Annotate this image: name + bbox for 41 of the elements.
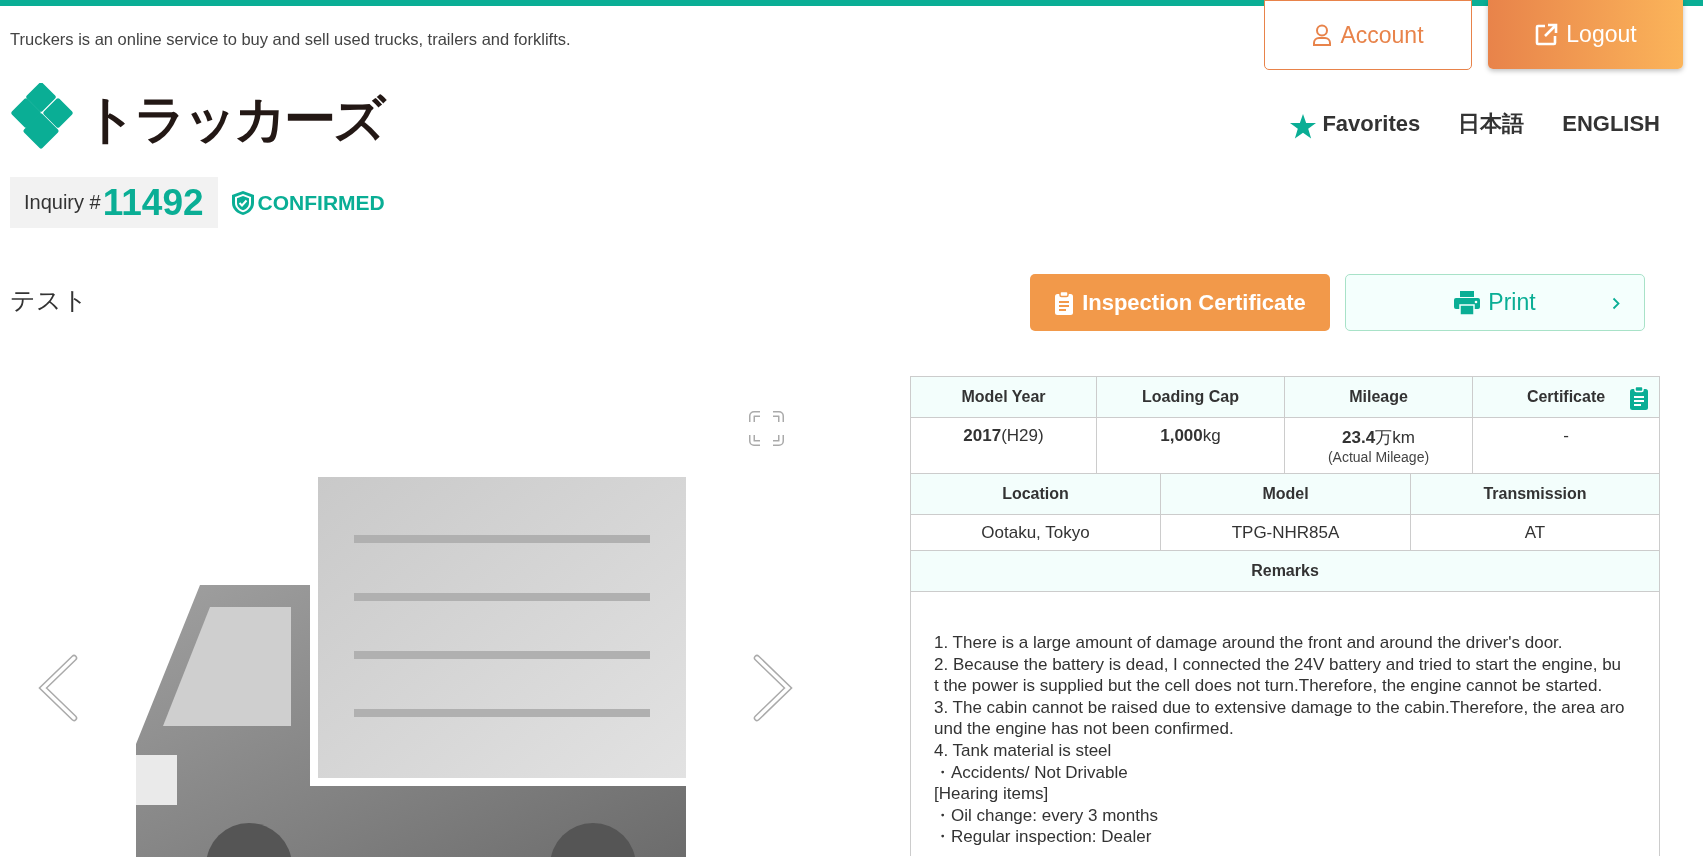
clipboard-icon (1054, 290, 1075, 315)
chevron-right-icon (1612, 297, 1620, 310)
printer-icon (1454, 290, 1481, 315)
tagline: Truckers is an online service to buy and sell used trucks, trailers and forklifts. (10, 30, 571, 49)
column-heading: Transmission (1482, 484, 1588, 504)
page-title: テスト (10, 285, 88, 316)
nav-link[interactable]: ENGLISH (1562, 111, 1660, 137)
table-cell: - (1563, 426, 1569, 446)
column-heading: Mileage (1285, 377, 1473, 417)
fullscreen-icon[interactable] (748, 410, 785, 447)
table-cell: TPG-NHR85A (1231, 523, 1340, 543)
column-heading: Loading Cap (1097, 377, 1285, 417)
star-icon (1290, 113, 1317, 139)
remark-line: ・Oil change: every 3 months (934, 804, 1159, 827)
table-cell-text: 23.4万km (1342, 427, 1415, 449)
remark-line: [Hearing items] (934, 783, 1050, 805)
remark-line: ・Accidents/ Not Drivable (934, 761, 1129, 784)
inquiry-label: Inquiry # (24, 191, 101, 214)
status-label: CONFIRMED (257, 190, 385, 215)
table-cell: 2017(H29) (963, 426, 1044, 446)
shield-check-icon (231, 190, 254, 215)
cell-note: (Actual Mileage) (1327, 449, 1430, 465)
table-cell: 1,000kg (1160, 426, 1221, 446)
table-cell: Ootaku, Tokyo (981, 523, 1090, 543)
remark-line: 2. Because the battery is dead, I connected the 24V battery and tried to start the engine, but the power is supplied but the cell does not turn.Therefore, the engine cannot be started. (934, 653, 1623, 697)
nav-link[interactable]: Favorites (1290, 109, 1421, 139)
person-icon (1312, 24, 1333, 46)
remark-line: 3. The cabin cannot be raised due to extensive damage to the cabin.Therefore, the area around the engine has not been confirmed. (934, 696, 1625, 740)
column-heading: Model Year (911, 377, 1097, 417)
remark-line: 4. Tank material is steel (934, 739, 1113, 762)
remark-line: 1. There is a large amount of damage around the front and around the driver's door. (934, 632, 1564, 654)
remark-line: ・Regular inspection: Dealer (934, 826, 1153, 848)
column-heading: Certificate (1473, 377, 1659, 417)
inquiry-number: 11492 (102, 181, 204, 224)
external-link-icon (1534, 22, 1559, 47)
logo-wordmark[interactable]: トラッカーズ (84, 85, 383, 155)
table-cell: AT (1524, 523, 1546, 543)
remarks-heading: Remarks (911, 551, 1659, 592)
nav-link[interactable]: 日本語 (1458, 109, 1525, 139)
column-heading: Location (911, 474, 1161, 514)
column-heading: Model (1161, 474, 1411, 514)
